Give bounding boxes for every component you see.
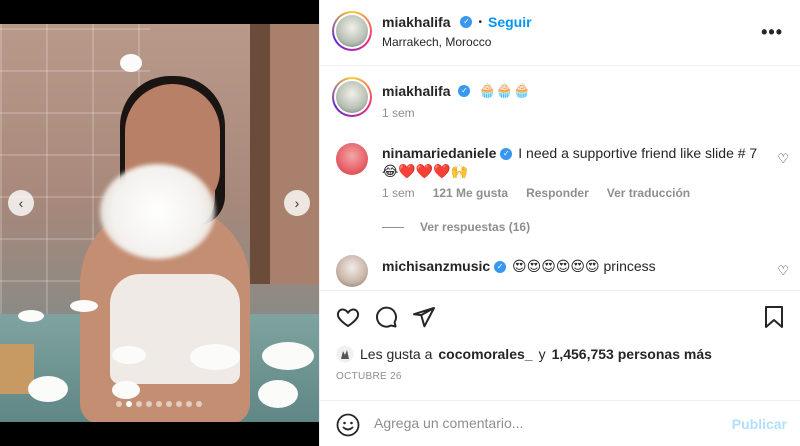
author-avatar[interactable]	[332, 11, 372, 51]
comment: ninamariedaniele ✓ I need a supportive fr…	[382, 144, 762, 180]
reply-button[interactable]: Responder	[526, 186, 589, 200]
verified-badge-icon: ✓	[458, 84, 471, 97]
caption-time: 1 sem	[382, 106, 415, 120]
liker-avatar-icon	[336, 345, 354, 363]
comment-input[interactable]	[374, 415, 704, 431]
more-options-button[interactable]: •••	[761, 22, 783, 43]
post-panel: miakhalifa ✓ • Seguir Marrakech, Morocco…	[319, 0, 800, 446]
wall-right	[270, 24, 319, 284]
caption: miakhalifa ✓ 🧁🧁🧁	[382, 82, 531, 99]
verified-badge-icon: ✓	[500, 148, 513, 161]
chevron-left-icon: ‹	[18, 195, 24, 211]
translate-button[interactable]: Ver traducción	[607, 186, 690, 200]
carousel-dot	[116, 401, 122, 407]
caption-avatar[interactable]	[332, 77, 372, 117]
comment-username[interactable]: michisanzmusic	[382, 258, 490, 274]
likes-count[interactable]: 1,456,753 personas más	[552, 346, 712, 362]
verified-badge-icon: ✓	[494, 261, 507, 274]
next-slide-button[interactable]: ›	[284, 190, 310, 216]
carousel-dot	[176, 401, 182, 407]
floating-flower	[262, 342, 314, 370]
carousel-dot	[146, 401, 152, 407]
commenter-avatar[interactable]	[336, 255, 368, 287]
comment-meta: 1 sem 121 Me gusta Responder Ver traducc…	[382, 186, 690, 200]
prev-slide-button[interactable]: ‹	[8, 190, 34, 216]
post-location[interactable]: Marrakech, Morocco	[382, 35, 491, 49]
divider	[382, 227, 404, 229]
comment-text: 😍😍😍😍😍😍 princess	[512, 258, 656, 274]
view-replies-button[interactable]: Ver respuestas (16)	[382, 220, 530, 234]
commenter-avatar[interactable]	[336, 143, 368, 175]
more-icon: •••	[761, 22, 783, 42]
separator: •	[478, 16, 482, 28]
caption-username[interactable]: miakhalifa	[382, 83, 450, 99]
comments-list[interactable]: miakhalifa ✓ 🧁🧁🧁 1 sem ninamariedaniele ✓…	[320, 67, 800, 289]
emoji-icon	[336, 413, 360, 437]
emoji-button[interactable]	[336, 413, 360, 440]
comment: michisanzmusic ✓ 😍😍😍😍😍😍 princess	[382, 258, 656, 275]
comment-button[interactable]	[374, 305, 398, 335]
post-header: miakhalifa ✓ • Seguir Marrakech, Morocco…	[320, 0, 800, 66]
carousel-indicator	[116, 401, 202, 407]
carousel-dot	[156, 401, 162, 407]
post-photo[interactable]	[0, 24, 319, 422]
floating-flower	[112, 381, 140, 399]
share-button[interactable]	[412, 305, 436, 335]
author-username[interactable]: miakhalifa	[382, 14, 450, 30]
post-viewer: ‹ › miakhalifa ✓ • Seguir Marrakech, Mor…	[0, 0, 800, 446]
like-comment-icon[interactable]: ♡	[777, 263, 789, 279]
carousel-dot	[126, 401, 132, 407]
floating-flower	[70, 300, 98, 312]
carousel-dot	[136, 401, 142, 407]
floating-flower	[28, 376, 68, 402]
chevron-right-icon: ›	[294, 195, 300, 211]
post-date[interactable]: OCTUBRE 26	[336, 371, 402, 382]
carousel-dot	[166, 401, 172, 407]
pillar	[250, 24, 270, 284]
likes-prefix: Les gusta a	[360, 346, 433, 362]
post-actions: Les gusta a cocomorales_ y 1,456,753 per…	[320, 290, 800, 400]
like-button[interactable]	[336, 305, 360, 335]
carousel-dot	[196, 401, 202, 407]
comment-likes[interactable]: 121 Me gusta	[433, 186, 508, 200]
caption-text: 🧁🧁🧁	[478, 82, 531, 98]
likes-middle: y	[538, 346, 546, 362]
comment-time: 1 sem	[382, 186, 415, 200]
bookmark-icon	[765, 306, 783, 328]
comment-username[interactable]: ninamariedaniele	[382, 145, 496, 161]
floating-flower	[18, 310, 44, 322]
send-icon	[413, 307, 435, 328]
liker-username[interactable]: cocomorales_	[438, 346, 532, 362]
floating-flower	[112, 346, 146, 364]
verified-badge-icon: ✓	[460, 16, 473, 28]
carousel-dot	[186, 401, 192, 407]
save-button[interactable]	[763, 305, 785, 335]
hair-flower	[120, 54, 142, 72]
publish-button[interactable]: Publicar	[732, 416, 787, 432]
post-media: ‹ ›	[0, 0, 319, 446]
like-comment-icon[interactable]: ♡	[777, 151, 789, 167]
floating-flower	[190, 344, 240, 370]
comment-icon	[376, 306, 397, 328]
follow-button[interactable]: Seguir	[488, 14, 532, 30]
heart-icon	[336, 308, 360, 328]
flower-held	[100, 164, 215, 259]
comment-composer: Publicar	[320, 400, 800, 446]
likes-summary[interactable]: Les gusta a cocomorales_ y 1,456,753 per…	[336, 345, 712, 363]
floating-flower	[258, 380, 298, 408]
